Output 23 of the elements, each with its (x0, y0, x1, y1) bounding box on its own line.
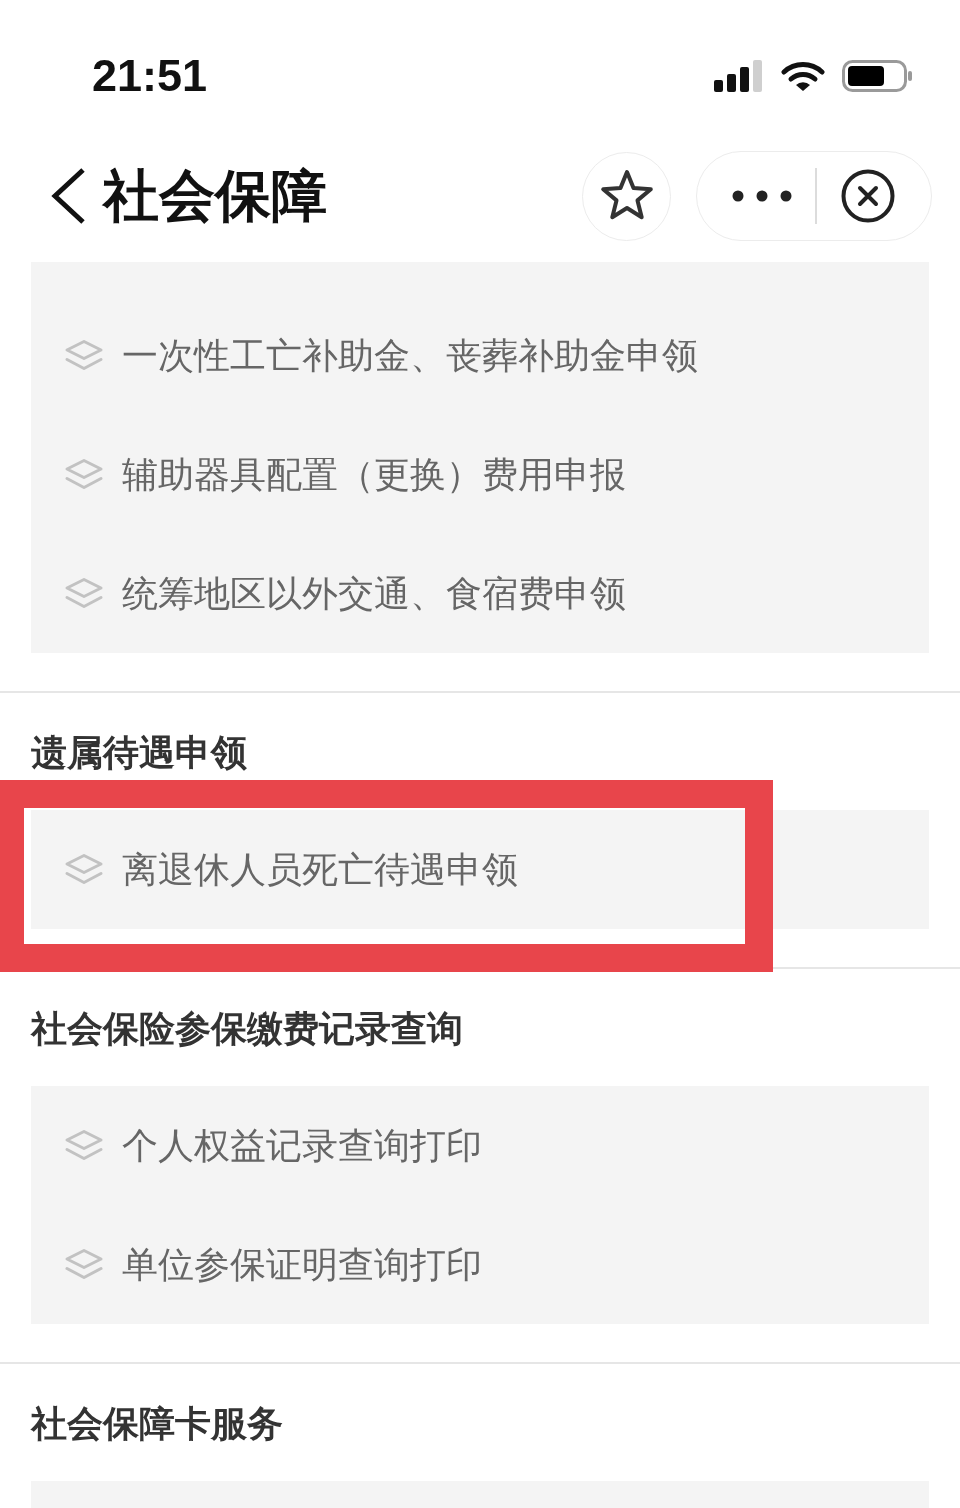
close-icon[interactable] (840, 169, 895, 223)
section-heading: 社会保障卡服务 (31, 1404, 283, 1444)
layers-icon (64, 1247, 104, 1282)
service-item[interactable]: 一次性工亡补助金、丧葬补助金申领 (122, 333, 698, 378)
layers-icon (64, 338, 104, 373)
layers-icon (64, 852, 104, 887)
layers-icon (64, 576, 104, 611)
section-heading: 遗属待遇申领 (31, 733, 247, 773)
service-item[interactable]: 单位参保证明查询打印 (122, 1242, 482, 1287)
back-icon[interactable] (50, 167, 86, 225)
section-heading: 社会保险参保缴费记录查询 (31, 1009, 463, 1049)
more-icon[interactable] (732, 190, 792, 202)
service-item[interactable]: 统筹地区以外交通、食宿费申领 (122, 571, 626, 616)
service-item[interactable]: 辅助器具配置（更换）费用申报 (122, 452, 626, 497)
wifi-icon (781, 60, 825, 92)
signal-icon (714, 60, 764, 92)
battery-icon (842, 60, 912, 92)
layers-icon (64, 1128, 104, 1163)
layers-icon (64, 457, 104, 492)
service-item[interactable]: 离退休人员死亡待遇申领 (122, 847, 518, 892)
page-title: 社会保障 (103, 164, 327, 228)
service-item[interactable]: 个人权益记录查询打印 (122, 1123, 482, 1168)
status-time: 21:51 (92, 52, 208, 100)
